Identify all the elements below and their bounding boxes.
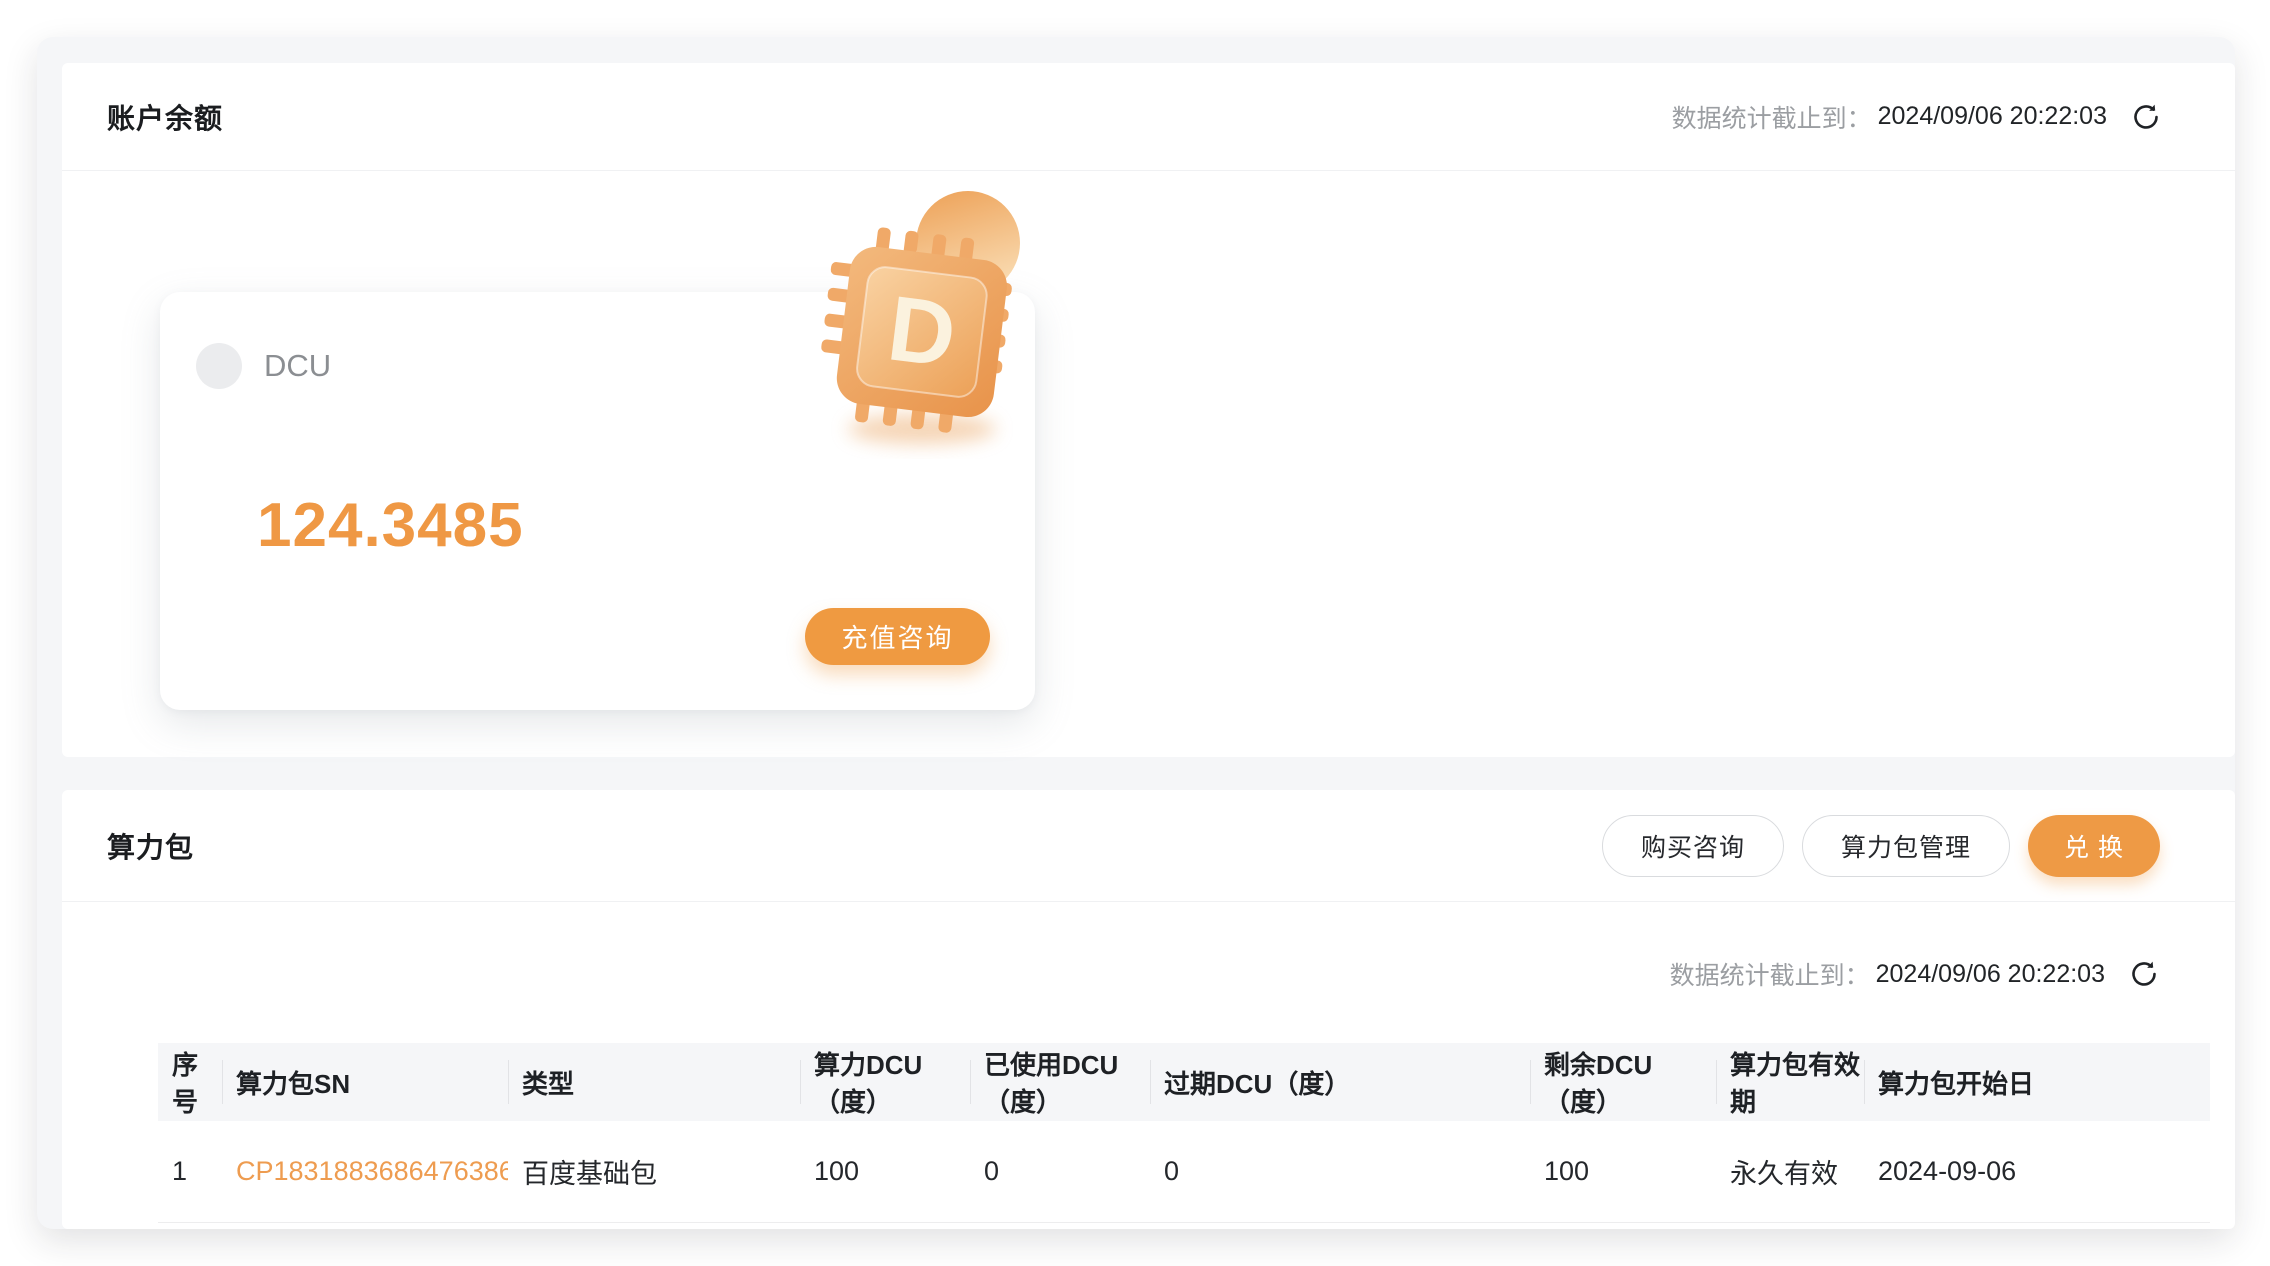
main-panel: 账户余额 数据统计截止到： 2024/09/06 20:22:03 DCU 12… [37, 37, 2235, 1229]
cell-validity: 永久有效 [1716, 1121, 1864, 1223]
package-section-title: 算力包 [107, 826, 194, 866]
dcu-dot-icon [196, 343, 242, 389]
stats-deadline-label: 数据统计截止到： [1670, 956, 1870, 992]
cell-index: 1 [158, 1121, 222, 1223]
cell-remaining-dcu: 100 [1530, 1121, 1716, 1223]
cell-expired-dcu: 0 [1150, 1121, 1530, 1223]
stats-deadline-time: 2024/09/06 20:22:03 [1876, 960, 2105, 989]
cell-used-dcu: 0 [970, 1121, 1150, 1223]
dcu-balance-value: 124.3485 [257, 490, 524, 561]
col-validity: 算力包有效期 [1716, 1043, 1864, 1121]
col-remaining-dcu: 剩余DCU（度） [1530, 1043, 1716, 1121]
balance-section-header: 账户余额 数据统计截止到： 2024/09/06 20:22:03 [62, 63, 2235, 171]
table-row: 1 CP1831883686476386304 百度基础包 100 0 0 10… [158, 1121, 2210, 1223]
col-type: 类型 [508, 1043, 800, 1121]
dcu-label-row: DCU [196, 343, 331, 389]
col-sn: 算力包SN [222, 1043, 508, 1121]
col-start-date: 算力包开始日 [1864, 1043, 2210, 1121]
package-actions: 购买咨询 算力包管理 兑 换 [1602, 815, 2160, 877]
refresh-icon[interactable] [2127, 98, 2165, 136]
cell-total-dcu: 100 [800, 1121, 970, 1223]
package-section-header: 算力包 购买咨询 算力包管理 兑 换 [62, 790, 2235, 902]
stats-deadline-time: 2024/09/06 20:22:03 [1878, 102, 2107, 131]
col-total-dcu: 算力DCU（度） [800, 1043, 970, 1121]
compute-package-card: 算力包 购买咨询 算力包管理 兑 换 数据统计截止到： 2024/09/06 2… [62, 790, 2235, 1229]
package-stats: 数据统计截止到： 2024/09/06 20:22:03 [1670, 955, 2163, 993]
dcu-balance-card: DCU 124.3485 充值咨询 [160, 292, 1035, 710]
col-used-dcu: 已使用DCU（度） [970, 1043, 1150, 1121]
table-header-row: 序号 算力包SN 类型 算力DCU（度） 已使用DCU（度） 过期DCU（度） … [158, 1043, 2210, 1121]
account-balance-card: 账户余额 数据统计截止到： 2024/09/06 20:22:03 DCU 12… [62, 63, 2235, 757]
redeem-button[interactable]: 兑 换 [2028, 815, 2160, 877]
refresh-icon[interactable] [2125, 955, 2163, 993]
col-expired-dcu: 过期DCU（度） [1150, 1043, 1530, 1121]
col-index: 序号 [158, 1043, 222, 1121]
cell-start-date: 2024-09-06 [1864, 1121, 2210, 1223]
cell-sn: CP1831883686476386304 [222, 1121, 508, 1223]
purchase-consult-button[interactable]: 购买咨询 [1602, 815, 1784, 877]
package-manage-button[interactable]: 算力包管理 [1802, 815, 2010, 877]
recharge-consult-button[interactable]: 充值咨询 [805, 608, 990, 665]
package-table: 序号 算力包SN 类型 算力DCU（度） 已使用DCU（度） 过期DCU（度） … [158, 1043, 2210, 1223]
cell-type: 百度基础包 [508, 1121, 800, 1223]
stats-deadline-label: 数据统计截止到： [1672, 99, 1872, 135]
balance-section-title: 账户余额 [107, 97, 223, 137]
balance-stats: 数据统计截止到： 2024/09/06 20:22:03 [1672, 98, 2165, 136]
dcu-currency-label: DCU [264, 348, 331, 384]
